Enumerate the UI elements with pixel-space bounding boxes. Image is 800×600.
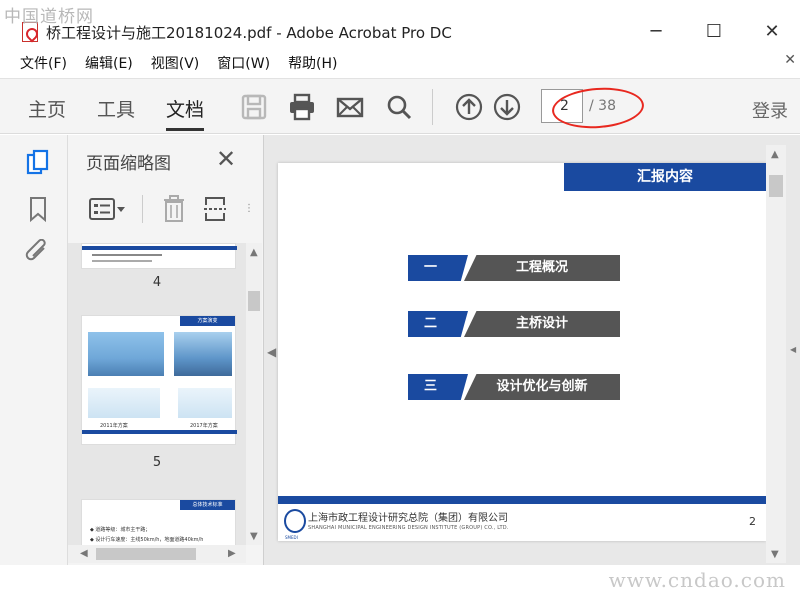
thumb-caption: 2017年方案 (190, 423, 218, 429)
scrollbar-thumb[interactable] (769, 175, 783, 197)
company-name: 上海市政工程设计研究总院（集团）有限公司 (308, 513, 508, 524)
window-title: 桥工程设计与施工20181024.pdf - Adobe Acrobat Pro… (46, 24, 452, 42)
menu-bar: 文件(F) 编辑(E) 视图(V) 窗口(W) 帮助(H) (0, 50, 800, 76)
document-page: 汇报内容 一 工程概况 二 主桥设计 三 设计优化与创新 SMEDI 上海市政工… (278, 163, 766, 541)
thumbnail-number: 5 (152, 455, 162, 470)
document-viewer[interactable]: ◀ 汇报内容 一 工程概况 二 主桥设计 三 设计优化与创新 SMEDI 上海市… (264, 135, 800, 565)
thumbnail-list[interactable]: 4 方案演变 2011年方案 2017年方案 5 总体技术标准 ◆ 道路等级：城… (68, 243, 246, 545)
panel-tools-divider (142, 195, 143, 223)
agenda-label: 设计优化与创新 (464, 374, 620, 400)
panel-toolbar: ⋮ (68, 187, 264, 231)
company-name-en: SHANGHAI MUNICIPAL ENGINEERING DESIGN IN… (308, 525, 509, 531)
agenda-number: 二 (408, 311, 468, 337)
search-icon[interactable] (385, 93, 413, 121)
scroll-left-icon[interactable]: ◀ (80, 548, 88, 559)
scrollbar-thumb[interactable] (248, 291, 260, 311)
thumbnail-horizontal-scrollbar[interactable]: ◀ ▶ (68, 545, 246, 563)
thumb-header: 总体技术标准 (180, 500, 235, 510)
close-window-button[interactable]: ✕ (756, 18, 788, 44)
expand-right-panel-icon[interactable]: ◀ (790, 345, 796, 354)
more-tools-icon[interactable]: ⋮ (244, 203, 254, 214)
thumb-header: 方案演变 (180, 316, 235, 326)
close-document-button[interactable]: ✕ (784, 52, 796, 68)
tab-home[interactable]: 主页 (28, 95, 66, 122)
scroll-up-icon[interactable]: ▲ (250, 247, 258, 258)
attachment-icon[interactable] (24, 239, 52, 267)
scroll-down-icon[interactable]: ▼ (250, 531, 258, 542)
previous-page-icon[interactable] (455, 93, 483, 121)
left-navigation-rail (0, 135, 68, 565)
scrollbar-thumb[interactable] (96, 548, 196, 560)
thumb-text: ◆ 设计行车速度：主线50km/h，地面道路40km/h (90, 537, 204, 543)
thumbnail-vertical-scrollbar[interactable]: ▲ ▼ (246, 243, 262, 545)
thumbnail-panel: 页面缩略图 ✕ ⋮ 4 方案演变 2011年方案 2017年方案 5 总体技术标… (68, 135, 264, 565)
menu-help[interactable]: 帮助(H) (288, 53, 337, 73)
slide-page-number: 2 (749, 515, 756, 528)
email-icon[interactable] (336, 93, 364, 121)
title-bar: 桥工程设计与施工20181024.pdf - Adobe Acrobat Pro… (0, 0, 800, 50)
watermark-top: 中国道桥网 (4, 7, 94, 27)
thumbnail-options-icon[interactable] (88, 197, 128, 221)
page-thumbnails-icon[interactable] (24, 149, 52, 177)
thumbnail-page-4[interactable] (81, 243, 237, 269)
footer-bar (278, 496, 766, 504)
maximize-button[interactable]: ☐ (698, 18, 730, 44)
slide-header: 汇报内容 (564, 163, 766, 191)
menu-window[interactable]: 窗口(W) (217, 53, 270, 73)
company-logo: SMEDI (284, 509, 306, 540)
tab-tools[interactable]: 工具 (97, 95, 135, 122)
menu-file[interactable]: 文件(F) (20, 53, 67, 73)
agenda-number: 三 (408, 374, 468, 400)
menu-view[interactable]: 视图(V) (151, 53, 200, 73)
minimize-button[interactable]: ─ (640, 18, 672, 44)
agenda-number: 一 (408, 255, 468, 281)
thumb-caption: 2011年方案 (100, 423, 128, 429)
print-icon[interactable] (288, 93, 316, 121)
panel-title: 页面缩略图 (86, 154, 171, 174)
thumb-text: ◆ 道路等级：城市主干路； (90, 527, 151, 533)
toolbar: 主页 工具 文档 2 / 38 登录 (0, 78, 800, 134)
thumbnail-page-6[interactable]: 总体技术标准 ◆ 道路等级：城市主干路； ◆ 设计行车速度：主线50km/h，地… (81, 499, 236, 545)
thumbnail-number: 4 (152, 275, 162, 290)
collapse-panel-icon[interactable]: ◀ (267, 345, 276, 359)
agenda-label: 工程概况 (464, 255, 620, 281)
save-icon[interactable] (240, 93, 268, 121)
tab-document[interactable]: 文档 (166, 95, 205, 131)
agenda-label: 主桥设计 (464, 311, 620, 337)
next-page-icon[interactable] (493, 93, 521, 121)
extract-page-icon[interactable] (202, 195, 232, 223)
login-button[interactable]: 登录 (752, 97, 788, 123)
bookmark-icon[interactable] (24, 195, 52, 223)
scroll-up-icon[interactable]: ▲ (771, 149, 779, 160)
scroll-right-icon[interactable]: ▶ (228, 548, 236, 559)
document-vertical-scrollbar[interactable]: ▲ ▼ (766, 145, 786, 563)
toolbar-divider (432, 89, 433, 125)
panel-close-button[interactable]: ✕ (216, 145, 236, 173)
thumbnail-page-5[interactable]: 方案演变 2011年方案 2017年方案 (81, 315, 237, 445)
scroll-down-icon[interactable]: ▼ (771, 549, 779, 560)
watermark-bottom: www.cndao.com (608, 568, 786, 592)
delete-page-icon[interactable] (162, 195, 186, 223)
menu-edit[interactable]: 编辑(E) (85, 53, 133, 73)
